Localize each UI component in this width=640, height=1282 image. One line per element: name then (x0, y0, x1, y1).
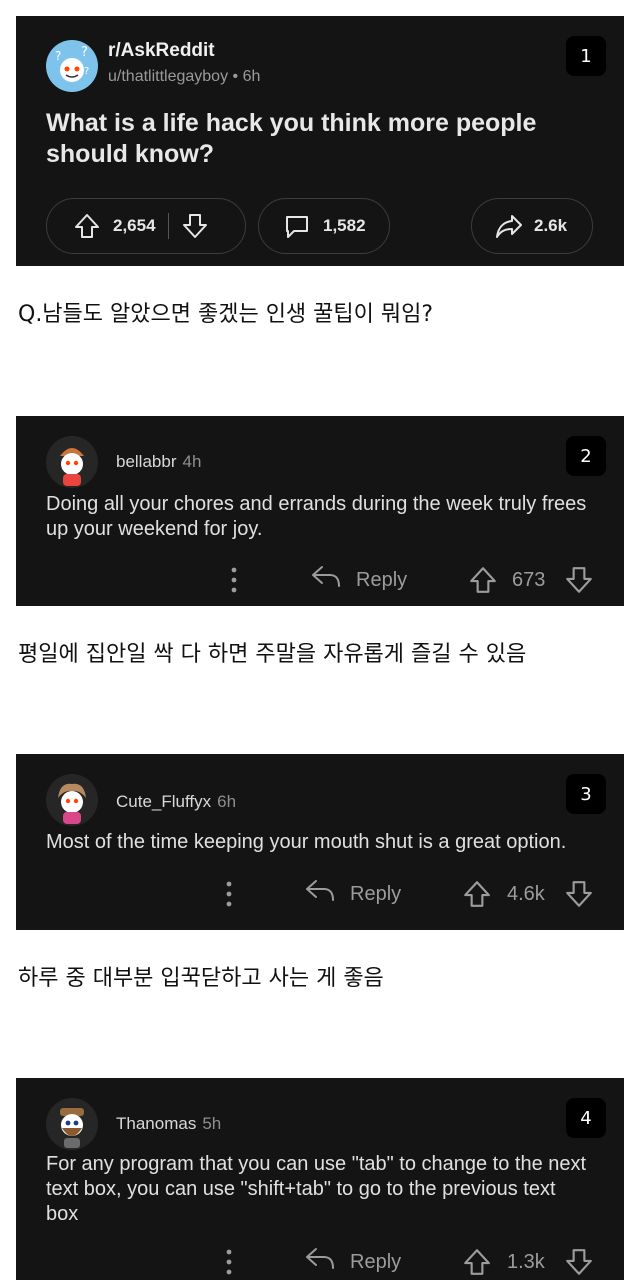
meta-dot: • (232, 68, 243, 85)
snoo-avatar-icon (58, 783, 86, 824)
upvote-button[interactable] (468, 560, 498, 600)
number-badge: 2 (566, 436, 606, 476)
vote-pill: 2,654 (46, 198, 246, 254)
subreddit-name[interactable]: r/AskReddit (108, 40, 215, 62)
reply-button[interactable]: Reply (310, 560, 407, 600)
comment-user: Cute_Fluffyx 6h (116, 792, 236, 812)
comment-text: Most of the time keeping your mouth shut… (46, 831, 567, 853)
user-avatar[interactable] (46, 774, 98, 826)
reply-label: Reply (350, 882, 402, 905)
comments-button[interactable]: 1,582 (258, 198, 390, 254)
username[interactable]: bellabbr (116, 452, 177, 471)
upvote-icon (464, 1249, 490, 1275)
comment-actions: Reply 1.3k (16, 1242, 624, 1282)
reply-icon (304, 878, 336, 910)
snoo-avatar-icon (60, 448, 84, 486)
caption-translation: 하루 중 대부분 입꾹닫하고 사는 게 좋음 (18, 966, 384, 991)
comment-score: 673 (512, 568, 546, 591)
svg-text:?: ? (81, 45, 88, 60)
number-badge: 1 (566, 36, 606, 76)
comment-text: For any program that you can use "tab" t… (46, 1153, 587, 1225)
post-title[interactable]: What is a life hack you think more peopl… (46, 108, 576, 170)
comment-card: bellabbr 4h 2 Doing all your chores and e… (16, 416, 624, 606)
more-options-icon[interactable] (219, 1242, 239, 1282)
upvote-count: 2,654 (113, 216, 156, 235)
reply-button[interactable]: Reply (304, 874, 401, 914)
comment-count: 1,582 (323, 216, 366, 235)
comment-actions: Reply 673 (16, 560, 624, 600)
user-avatar[interactable] (46, 1098, 98, 1150)
reply-button[interactable]: Reply (304, 1242, 401, 1282)
share-button[interactable]: 2.6k (471, 198, 593, 254)
vote-divider (167, 213, 169, 239)
post-author[interactable]: u/thatlittlegayboy (108, 68, 228, 85)
comment-age: 6h (217, 792, 237, 811)
username[interactable]: Cute_Fluffyx (116, 792, 211, 811)
subreddit-avatar[interactable]: ? ? ? (46, 40, 98, 92)
reply-label: Reply (356, 568, 408, 591)
upvote-button[interactable] (462, 1242, 492, 1282)
upvote-icon (470, 567, 496, 593)
comment-user: bellabbr 4h (116, 452, 201, 472)
comment-icon (283, 212, 311, 240)
post-meta: u/thatlittlegayboy • 6h (108, 68, 260, 86)
downvote-icon (566, 1249, 592, 1275)
post-age: 6h (242, 68, 261, 85)
comment-age: 5h (202, 1114, 222, 1133)
user-avatar[interactable] (46, 436, 98, 488)
share-icon (494, 212, 524, 240)
askreddit-icon: ? ? ? (55, 45, 89, 82)
comment-text: Doing all your chores and errands during… (46, 493, 587, 540)
share-count: 2.6k (534, 216, 568, 235)
reply-icon (310, 564, 342, 596)
upvote-icon[interactable] (73, 212, 101, 240)
username[interactable]: Thanomas (116, 1114, 196, 1133)
reply-label: Reply (350, 1250, 402, 1273)
comment-score: 4.6k (507, 882, 545, 905)
svg-text:?: ? (55, 49, 61, 63)
post-card: ? ? ? r/AskReddit u/thatlittlegayboy • 6… (16, 16, 624, 266)
more-options-icon[interactable] (224, 560, 244, 600)
snoo-avatar-icon (60, 1108, 84, 1148)
comment-age: 4h (182, 452, 202, 471)
downvote-button[interactable] (564, 1242, 594, 1282)
downvote-icon (566, 567, 592, 593)
downvote-icon (566, 881, 592, 907)
comment-card: Cute_Fluffyx 6h 3 Most of the time keepin… (16, 754, 624, 930)
number-badge: 3 (566, 774, 606, 814)
upvote-icon (464, 881, 490, 907)
upvote-button[interactable] (462, 874, 492, 914)
number-badge: 4 (566, 1098, 606, 1138)
downvote-button[interactable] (564, 874, 594, 914)
caption-question: Q.남들도 알았으면 좋겠는 인생 꿀팁이 뭐임? (18, 302, 434, 327)
caption-translation: 평일에 집안일 싹 다 하면 주말을 자유롭게 즐길 수 있음 (18, 642, 527, 667)
downvote-button[interactable] (564, 560, 594, 600)
svg-text:?: ? (84, 66, 89, 77)
comment-card: Thanomas 5h 4 For any program that you ca… (16, 1078, 624, 1280)
downvote-icon[interactable] (181, 212, 209, 240)
more-options-icon[interactable] (219, 874, 239, 914)
comment-user: Thanomas 5h (116, 1114, 221, 1134)
comment-actions: Reply 4.6k (16, 874, 624, 914)
reply-icon (304, 1246, 336, 1278)
comment-score: 1.3k (507, 1250, 545, 1273)
